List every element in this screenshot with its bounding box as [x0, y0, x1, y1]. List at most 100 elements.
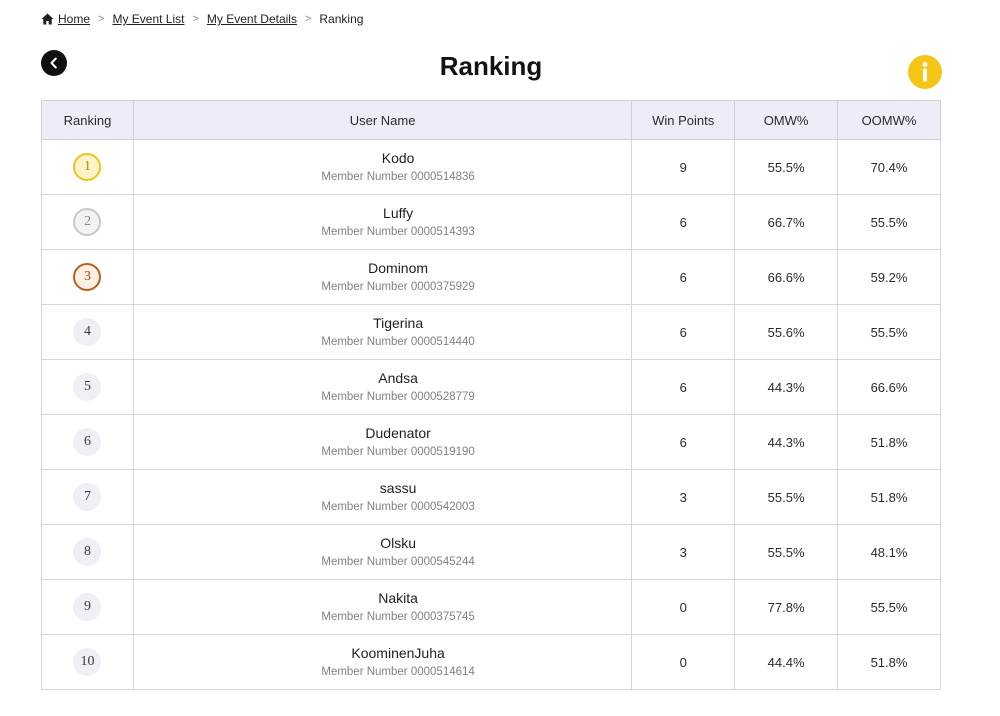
- omw-cell: 66.7%: [734, 194, 839, 250]
- member-id: 0000514393: [410, 226, 475, 238]
- oomw-cell: 55.5%: [837, 304, 941, 360]
- user-name: KoominenJuha: [351, 645, 445, 661]
- rank-cell: 1: [41, 139, 134, 195]
- omw-cell: 55.5%: [734, 524, 839, 580]
- table-row: 7 sassu Member Number 0000542003 3 55.5%…: [41, 469, 941, 525]
- home-icon[interactable]: [41, 13, 54, 25]
- rank-badge: 5: [73, 373, 102, 401]
- info-icon: [922, 62, 928, 82]
- win-points-cell: 6: [631, 414, 736, 470]
- table-row: 3 Dominom Member Number 0000375929 6 66.…: [41, 249, 941, 305]
- oomw-cell: 51.8%: [837, 634, 941, 690]
- table-row: 1 Kodo Member Number 0000514836 9 55.5% …: [41, 139, 941, 195]
- member-prefix: Member Number: [321, 501, 408, 513]
- omw-cell: 44.3%: [734, 414, 839, 470]
- member-prefix: Member Number: [321, 556, 408, 568]
- oomw-cell: 55.5%: [837, 579, 941, 635]
- table-row: 2 Luffy Member Number 0000514393 6 66.7%…: [41, 194, 941, 250]
- rank-badge: 6: [73, 428, 102, 456]
- breadcrumb-separator: >: [192, 13, 199, 25]
- omw-cell: 55.6%: [734, 304, 839, 360]
- member-prefix: Member Number: [321, 446, 408, 458]
- rank-cell: 10: [41, 634, 134, 690]
- rank-cell: 2: [41, 194, 134, 250]
- user-cell: Nakita Member Number 0000375745: [132, 579, 633, 635]
- rank-badge: 1: [73, 153, 102, 181]
- member-id: 0000375745: [410, 611, 475, 623]
- member-number: Member Number 0000514836: [166, 169, 630, 185]
- table-row: 6 Dudenator Member Number 0000519190 6 4…: [41, 414, 941, 470]
- oomw-cell: 51.8%: [837, 469, 941, 525]
- member-prefix: Member Number: [321, 171, 408, 183]
- user-cell: Dudenator Member Number 0000519190: [132, 414, 633, 470]
- user-name: sassu: [379, 480, 417, 496]
- omw-cell: 66.6%: [734, 249, 839, 305]
- breadcrumb-home-link[interactable]: Home: [58, 12, 90, 26]
- oomw-cell: 55.5%: [837, 194, 941, 250]
- table-row: 8 Olsku Member Number 0000545244 3 55.5%…: [41, 524, 941, 580]
- member-id: 0000528779: [410, 391, 475, 403]
- user-name: Dudenator: [365, 425, 431, 441]
- member-number: Member Number 0000519190: [166, 444, 630, 460]
- member-number: Member Number 0000528779: [166, 389, 630, 405]
- user-name: Luffy: [383, 205, 414, 221]
- omw-cell: 55.5%: [734, 139, 839, 195]
- user-cell: Olsku Member Number 0000545244: [132, 524, 633, 580]
- header-ranking: Ranking: [41, 100, 134, 140]
- breadcrumb-event-details-link[interactable]: My Event Details: [207, 12, 297, 26]
- rank-badge: 8: [73, 538, 102, 566]
- info-button[interactable]: [908, 55, 942, 89]
- user-name: Olsku: [380, 535, 416, 551]
- rank-badge: 9: [73, 593, 102, 621]
- member-number: Member Number 0000514614: [166, 664, 630, 680]
- member-id: 0000514614: [410, 666, 475, 678]
- table-header-row: Ranking User Name Win Points OMW% OOMW%: [41, 100, 941, 140]
- member-number: Member Number 0000514440: [166, 334, 630, 350]
- win-points-cell: 3: [631, 469, 736, 525]
- member-id: 0000542003: [410, 501, 475, 513]
- win-points-cell: 0: [631, 579, 736, 635]
- member-prefix: Member Number: [321, 281, 408, 293]
- omw-cell: 44.3%: [734, 359, 839, 415]
- table-row: 4 Tigerina Member Number 0000514440 6 55…: [41, 304, 941, 360]
- table-row: 5 Andsa Member Number 0000528779 6 44.3%…: [41, 359, 941, 415]
- oomw-cell: 66.6%: [837, 359, 941, 415]
- breadcrumb: Home > My Event List > My Event Details …: [41, 10, 363, 28]
- user-name: Dominom: [368, 260, 429, 276]
- rank-badge: 2: [73, 208, 102, 236]
- omw-cell: 77.8%: [734, 579, 839, 635]
- win-points-cell: 6: [631, 194, 736, 250]
- rank-cell: 5: [41, 359, 134, 415]
- oomw-cell: 59.2%: [837, 249, 941, 305]
- user-name: Tigerina: [373, 315, 424, 331]
- win-points-cell: 6: [631, 249, 736, 305]
- user-cell: KoominenJuha Member Number 0000514614: [132, 634, 633, 690]
- rank-cell: 7: [41, 469, 134, 525]
- user-name: Andsa: [378, 370, 418, 386]
- breadcrumb-current: Ranking: [319, 12, 364, 26]
- win-points-cell: 9: [631, 139, 736, 195]
- breadcrumb-separator: >: [304, 13, 312, 25]
- member-id: 0000375929: [410, 281, 475, 293]
- user-name: Kodo: [381, 150, 415, 166]
- rank-badge: 7: [73, 483, 102, 511]
- omw-cell: 44.4%: [734, 634, 839, 690]
- member-number: Member Number 0000545244: [166, 554, 630, 570]
- rank-badge: 4: [73, 318, 102, 346]
- user-cell: Dominom Member Number 0000375929: [132, 249, 633, 305]
- win-points-cell: 6: [631, 304, 736, 360]
- member-number: Member Number 0000542003: [166, 499, 630, 515]
- header-oomw: OOMW%: [837, 100, 941, 140]
- oomw-cell: 70.4%: [837, 139, 941, 195]
- rank-cell: 9: [41, 579, 134, 635]
- win-points-cell: 3: [631, 524, 736, 580]
- breadcrumb-separator: >: [98, 13, 105, 25]
- member-number: Member Number 0000375745: [166, 609, 630, 625]
- rank-cell: 6: [41, 414, 134, 470]
- breadcrumb-event-list-link[interactable]: My Event List: [112, 12, 184, 26]
- oomw-cell: 51.8%: [837, 414, 941, 470]
- member-prefix: Member Number: [321, 336, 408, 348]
- member-number: Member Number 0000514393: [166, 224, 630, 240]
- user-cell: Andsa Member Number 0000528779: [132, 359, 633, 415]
- member-prefix: Member Number: [321, 226, 408, 238]
